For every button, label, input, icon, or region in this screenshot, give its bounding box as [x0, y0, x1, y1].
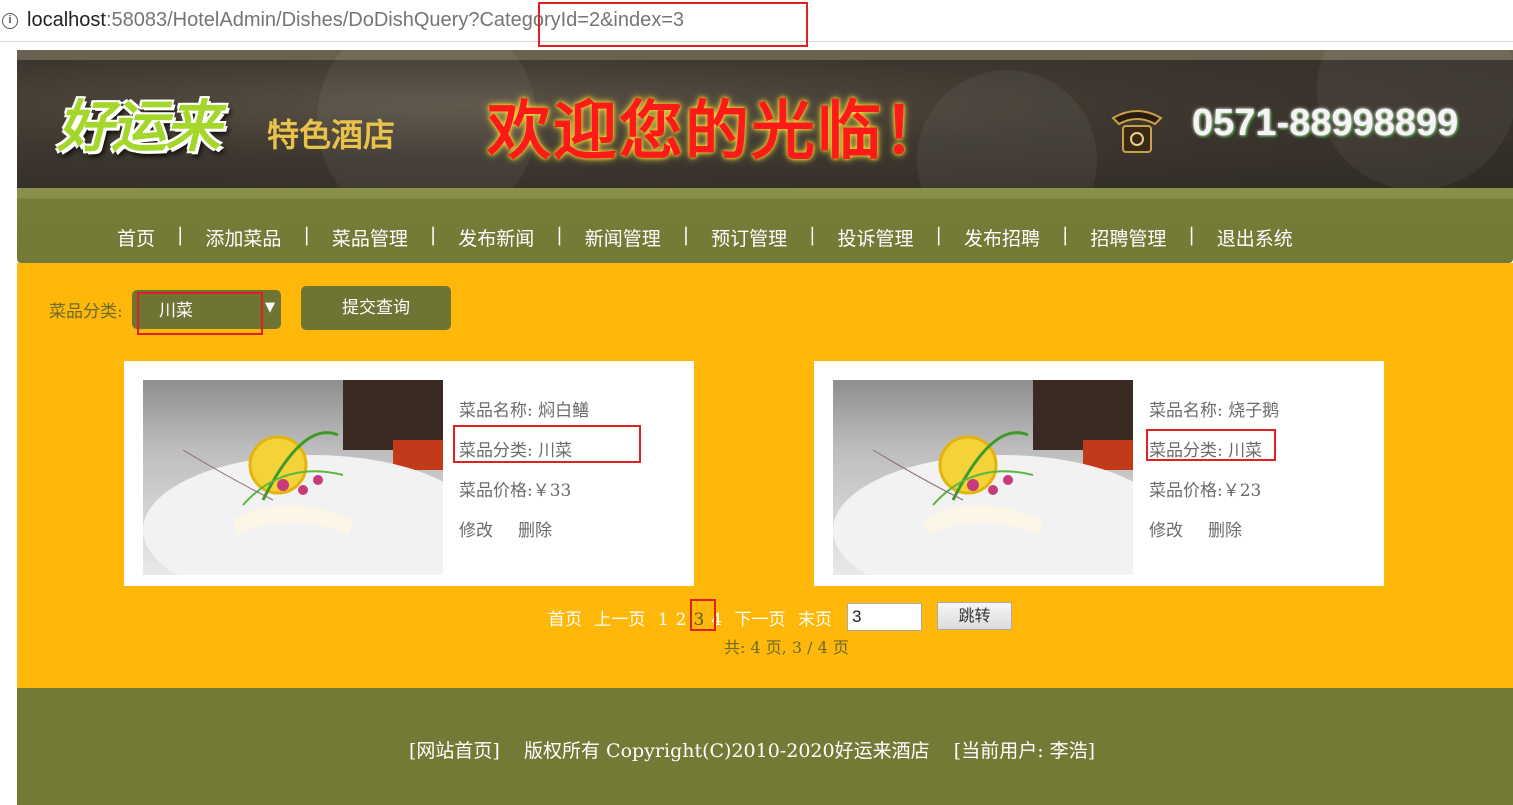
url-host: localhost: [27, 9, 106, 31]
dish-actions: 修改 删除: [459, 516, 589, 556]
header-banner: 好运来 特色酒店 欢迎您的光临！ 0571-88998899: [17, 50, 1513, 188]
dish-name: 焖白鳝: [538, 401, 590, 421]
jump-button[interactable]: 跳转: [937, 602, 1012, 630]
next-page-link[interactable]: 下一页: [735, 610, 786, 630]
nav-separator: |: [177, 224, 184, 246]
nav-item-logout[interactable]: 退出系统: [1217, 224, 1293, 251]
edit-dish-link[interactable]: 修改: [1149, 521, 1183, 541]
nav-separator: |: [1188, 224, 1195, 246]
main-nav: 首页 | 添加菜品 | 菜品管理 | 发布新闻 | 新闻管理 | 预订管理 | 投诉管理 | …: [17, 188, 1513, 263]
main-content: 菜品分类: 川菜 ▼ 提交查询 菜品名称: 焖白鳝 菜品分类: 川菜 菜品价格:…: [17, 263, 1513, 688]
last-page-link[interactable]: 末页: [798, 610, 832, 630]
telephone-icon: [1111, 110, 1163, 153]
url-path: :58083/HotelAdmin/Dishes/DoDishQuery?: [105, 9, 480, 31]
dish-card: 菜品名称: 烧子鹅 菜品分类: 川菜 菜品价格:￥23 修改 删除: [814, 361, 1384, 586]
address-bar[interactable]: i localhost:58083/HotelAdmin/Dishes/DoDi…: [0, 0, 1513, 47]
jump-page-input[interactable]: [847, 603, 922, 631]
dish-info: 菜品名称: 烧子鹅 菜品分类: 川菜 菜品价格:￥23 修改 删除: [1149, 396, 1279, 556]
dish-price-label: 菜品价格:: [459, 481, 533, 501]
nav-item-recruitment-management[interactable]: 招聘管理: [1090, 224, 1166, 251]
current-page-highlight-box: [690, 599, 716, 631]
dish-price: ￥33: [532, 481, 572, 501]
welcome-slogan: 欢迎您的光临！: [487, 94, 949, 169]
dish-price: ￥23: [1222, 481, 1262, 501]
dish-photo: [833, 380, 1133, 575]
query-highlight-box: [538, 2, 808, 47]
pagination-summary: 共: 4 页, 3 / 4 页: [724, 638, 849, 657]
hotel-phone: 0571-88998899: [1192, 102, 1459, 144]
dish-actions: 修改 删除: [1149, 516, 1279, 556]
nav-item-news-management[interactable]: 新闻管理: [585, 224, 661, 251]
nav-item-home[interactable]: 首页: [117, 224, 155, 251]
first-page-link[interactable]: 首页: [548, 610, 582, 630]
dish-price-row: 菜品价格:￥23: [1149, 476, 1279, 516]
nav-separator: |: [682, 224, 690, 246]
nav-separator: |: [556, 224, 563, 246]
submit-query-button[interactable]: 提交查询: [301, 286, 451, 330]
nav-separator: |: [1061, 224, 1069, 246]
footer-home-link[interactable]: [网站首页]: [409, 740, 500, 762]
dish-price-row: 菜品价格:￥33: [459, 476, 589, 516]
page-link-1[interactable]: 1: [658, 610, 669, 630]
nav-item-publish-recruitment[interactable]: 发布招聘: [964, 224, 1040, 251]
nav-separator: |: [935, 224, 942, 246]
dish-name: 烧子鹅: [1228, 401, 1280, 421]
category-filter-label: 菜品分类:: [49, 302, 123, 322]
prev-page-link[interactable]: 上一页: [594, 610, 645, 630]
footer-text: [网站首页] 版权所有 Copyright(C)2010-2020好运来酒店 […: [409, 736, 1095, 763]
edit-dish-link[interactable]: 修改: [459, 521, 493, 541]
nav-items: 首页 | 添加菜品 | 菜品管理 | 发布新闻 | 新闻管理 | 预订管理 | 投诉管理 | …: [117, 224, 1293, 251]
dish-photo: [143, 380, 443, 575]
info-icon[interactable]: i: [2, 13, 18, 29]
footer: [网站首页] 版权所有 Copyright(C)2010-2020好运来酒店 […: [17, 688, 1513, 805]
pagination: 首页 上一页 1234 下一页 末页 跳转: [17, 599, 1513, 631]
nav-separator: |: [429, 224, 437, 246]
hotel-logo-subtitle: 特色酒店: [267, 116, 396, 154]
page-link-2[interactable]: 2: [676, 610, 687, 630]
nav-item-publish-news[interactable]: 发布新闻: [458, 224, 534, 251]
footer-copyright: 版权所有 Copyright(C)2010-2020好运来酒店: [524, 740, 930, 762]
category-highlight-box: [453, 425, 641, 463]
nav-item-dish-management[interactable]: 菜品管理: [332, 224, 408, 251]
nav-item-complaint-management[interactable]: 投诉管理: [838, 224, 914, 251]
delete-dish-link[interactable]: 删除: [1208, 521, 1242, 541]
dish-info: 菜品名称: 焖白鳝 菜品分类: 川菜 菜品价格:￥33 修改 删除: [459, 396, 589, 556]
dish-name-label: 菜品名称:: [1149, 401, 1223, 421]
category-highlight-box: [1146, 429, 1276, 461]
select-highlight-box: [137, 292, 263, 335]
dropdown-arrow-icon: ▼: [265, 300, 275, 315]
delete-dish-link[interactable]: 删除: [518, 521, 552, 541]
nav-separator: |: [303, 224, 310, 246]
dish-card: 菜品名称: 焖白鳝 菜品分类: 川菜 菜品价格:￥33 修改 删除: [124, 361, 694, 586]
banner-stripe: [17, 50, 1513, 60]
hotel-logo: 好运来: [57, 94, 221, 160]
dish-price-label: 菜品价格:: [1149, 481, 1223, 501]
dish-name-label: 菜品名称:: [459, 401, 533, 421]
footer-current-user: [当前用户: 李浩]: [953, 740, 1096, 762]
nav-item-add-dish[interactable]: 添加菜品: [205, 224, 281, 251]
nav-item-booking-management[interactable]: 预订管理: [711, 224, 787, 251]
nav-separator: |: [809, 224, 816, 246]
